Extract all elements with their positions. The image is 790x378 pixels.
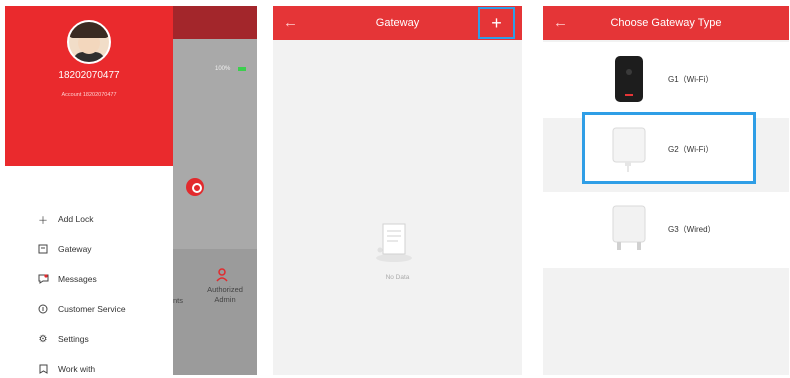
drawer-header: 18202070477 Account 18202070477 xyxy=(5,6,173,166)
customer-service-icon xyxy=(37,303,49,315)
gateway-icon xyxy=(37,243,49,255)
message-icon xyxy=(37,273,49,285)
menu-item-work-with[interactable]: Work with xyxy=(37,354,167,375)
plus-icon: ＋ xyxy=(38,215,48,227)
bookmark-icon xyxy=(37,363,49,375)
battery-icon xyxy=(238,67,246,71)
add-gateway-button[interactable]: + xyxy=(478,7,515,39)
menu-item-label: Messages xyxy=(58,274,97,284)
drawer-menu: ＋ Add Lock Gateway Messages Customer Ser… xyxy=(37,204,167,375)
choose-gateway-topbar: Choose Gateway Type ← xyxy=(543,6,789,40)
lock-button-icon[interactable] xyxy=(186,178,204,196)
menu-item-messages[interactable]: Messages xyxy=(37,264,167,294)
gateway-g2-device-icon xyxy=(612,127,646,172)
menu-item-label: Settings xyxy=(58,334,89,344)
authorized-admin-label[interactable]: Authorized Admin xyxy=(205,285,245,305)
background-label-partial: nts xyxy=(173,296,184,305)
gateway-option-g3[interactable]: G3（Wired） xyxy=(543,192,789,268)
menu-item-label: Work with xyxy=(58,364,96,374)
gateway-screen: Gateway ← + No Data xyxy=(273,6,522,375)
page-title: Choose Gateway Type xyxy=(610,17,722,29)
gateway-option-g2[interactable]: G2（Wi-Fi） xyxy=(543,114,789,180)
choose-gateway-type-screen: Choose Gateway Type ← G1（Wi-Fi） G2（Wi-Fi… xyxy=(543,6,789,375)
menu-item-settings[interactable]: ⚙ Settings xyxy=(37,324,167,354)
gateway-topbar: Gateway ← + xyxy=(273,6,522,40)
menu-item-add-lock[interactable]: ＋ Add Lock xyxy=(37,204,167,234)
side-drawer-screen: 100% nts Authorized Admin 18202070477 Ac… xyxy=(5,6,257,375)
user-phone: 18202070477 xyxy=(58,70,120,81)
menu-item-gateway[interactable]: Gateway xyxy=(37,234,167,264)
gateway-g1-device-icon xyxy=(615,56,643,102)
menu-item-label: Gateway xyxy=(58,244,92,254)
gateway-option-label: G2（Wi-Fi） xyxy=(668,145,714,154)
user-account: Account 18202070477 xyxy=(61,92,117,98)
menu-item-label: Add Lock xyxy=(58,214,94,224)
back-arrow-icon[interactable]: ← xyxy=(283,15,298,30)
gateway-option-g1[interactable]: G1（Wi-Fi） xyxy=(543,42,789,118)
battery-status: 100% xyxy=(215,66,231,72)
avatar[interactable] xyxy=(67,20,111,64)
background-app-header xyxy=(173,6,257,39)
empty-state-text: No Data xyxy=(385,274,410,281)
empty-document-icon xyxy=(376,223,412,262)
drawer-panel: 18202070477 Account 18202070477 ＋ Add Lo… xyxy=(5,6,173,375)
back-arrow-icon[interactable]: ← xyxy=(553,15,568,30)
gateway-option-label: G1（Wi-Fi） xyxy=(668,75,714,84)
gateway-option-label: G3（Wired） xyxy=(668,225,716,234)
menu-item-label: Customer Service xyxy=(58,304,126,314)
settings-icon: ⚙ xyxy=(38,333,48,345)
gateway-g3-device-icon xyxy=(612,205,646,250)
authorized-admin-icon xyxy=(216,268,228,282)
menu-item-customer-service[interactable]: Customer Service xyxy=(37,294,167,324)
